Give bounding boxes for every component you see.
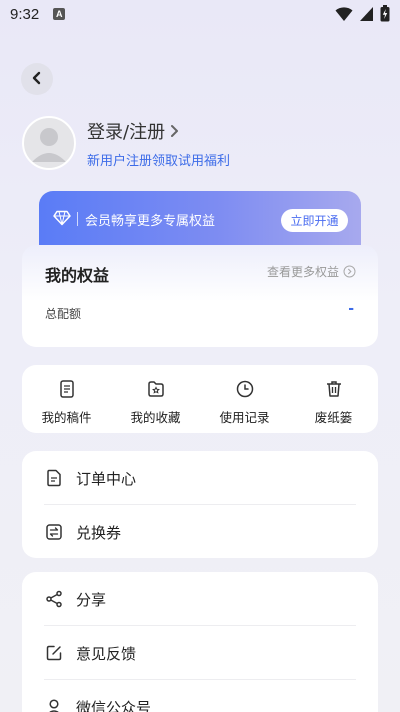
battery-icon [380,5,390,26]
favorite-folder-icon [146,378,166,400]
menu-item-feedback[interactable]: 意见反馈 [22,626,378,679]
wifi-icon [335,6,353,26]
rights-title: 我的权益 [45,266,110,285]
status-time: 9:32 [10,5,40,23]
login-link[interactable]: 登录/注册 [87,118,179,144]
grid-label: 使用记录 [219,410,270,425]
menu-item-share[interactable]: 分享 [22,572,378,625]
my-drafts-button[interactable]: 我的稿件 [22,365,111,433]
document-icon [57,378,77,400]
menu-label: 意见反馈 [76,645,137,663]
quick-actions-card: 我的稿件 我的收藏 使用记录 废纸篓 [22,365,378,433]
vip-open-button[interactable]: 立即开通 [281,209,348,232]
view-more-rights-link[interactable]: 查看更多权益 [267,263,356,280]
vip-separator [77,212,78,226]
login-subtitle[interactable]: 新用户注册领取试用福利 [87,150,230,169]
exchange-icon [44,522,64,542]
grid-label: 废纸篓 [314,410,353,425]
menu-label: 兑换券 [76,524,122,542]
vip-text: 会员畅享更多专属权益 [85,214,216,229]
diamond-icon [53,210,71,230]
circle-chevron-right-icon [343,265,356,278]
menu-item-wechat[interactable]: 微信公众号 [22,680,378,712]
default-avatar-icon [32,128,66,162]
status-bar: 9:32 A [0,0,400,28]
my-favorites-button[interactable]: 我的收藏 [111,365,200,433]
menu-label: 分享 [76,591,107,609]
quota-label: 总配额 [45,307,82,321]
menu-item-vouchers[interactable]: 兑换券 [22,505,378,558]
menu-item-orders[interactable]: 订单中心 [22,451,378,504]
menu-group-more: 分享 意见反馈 微信公众号 [22,572,378,712]
status-icons [335,5,390,26]
clock-icon [235,378,255,400]
chevron-left-icon [30,70,44,89]
vip-banner[interactable]: 会员畅享更多专属权益 立即开通 [39,191,361,251]
order-icon [44,468,64,488]
grid-label: 我的收藏 [130,410,181,425]
grid-label: 我的稿件 [41,410,92,425]
trash-icon [324,378,344,400]
signal-icon [359,6,374,26]
usage-history-button[interactable]: 使用记录 [200,365,289,433]
share-icon [44,589,64,609]
trash-button[interactable]: 废纸篓 [289,365,378,433]
notification-icon: A [53,8,66,20]
edit-icon [44,643,64,663]
avatar[interactable] [22,116,76,170]
menu-group-orders: 订单中心 兑换券 [22,451,378,558]
user-icon [44,697,64,712]
menu-label: 微信公众号 [76,699,152,712]
view-more-label: 查看更多权益 [266,265,339,279]
login-label: 登录/注册 [87,122,166,143]
quota-value: - [348,301,354,317]
chevron-right-icon [169,124,179,138]
rights-card: 我的权益 查看更多权益 总配额 - [22,245,378,347]
menu-label: 订单中心 [76,470,137,488]
back-button[interactable] [21,63,53,95]
